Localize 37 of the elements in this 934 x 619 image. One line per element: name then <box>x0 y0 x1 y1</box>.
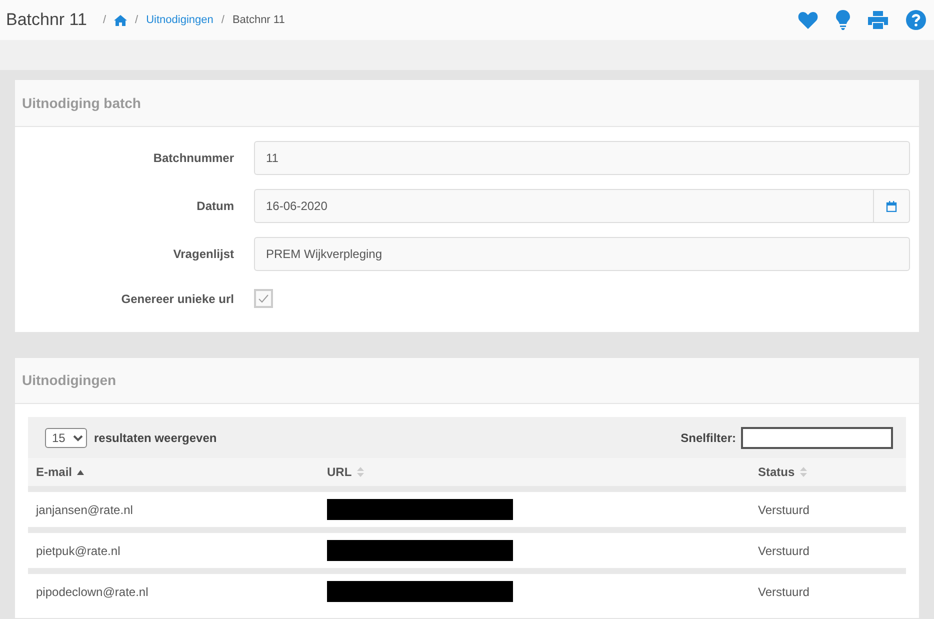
page-size-label: resultaten weergeven <box>94 430 217 446</box>
lightbulb-icon[interactable] <box>836 10 850 30</box>
table-cell-text: Verstuurd <box>757 542 810 560</box>
breadcrumb-separator: / <box>135 12 138 28</box>
input-field[interactable]: PREM Wijkverpleging <box>254 237 910 271</box>
field-label: Vragenlijst <box>172 246 234 263</box>
column-header[interactable]: URL <box>319 463 750 481</box>
page-title: Batchnr 11 <box>6 9 87 32</box>
page-size-select[interactable]: 15 <box>45 428 87 448</box>
input-field[interactable]: 11 <box>254 141 910 175</box>
table-cell-text: pietpuk@rate.nl <box>35 542 122 560</box>
date-field[interactable]: 16-06-2020 <box>254 189 874 223</box>
home-icon[interactable] <box>114 14 128 26</box>
calendar-icon <box>886 200 897 212</box>
column-header[interactable]: Status <box>750 463 906 481</box>
checkmark-icon <box>258 294 269 303</box>
table-cell-text: Verstuurd <box>757 502 810 518</box>
breadcrumb-separator: / <box>102 12 106 28</box>
table-cell-text: janjansen@rate.nl <box>34 502 134 518</box>
panel-title: Uitnodigingen <box>22 371 116 390</box>
filter-field[interactable] <box>741 426 893 448</box>
table-cell-text: Verstuurd <box>757 584 810 600</box>
breadcrumb-link[interactable]: Uitnodigingen <box>146 12 214 28</box>
heart-icon[interactable] <box>798 11 818 29</box>
calendar-button[interactable] <box>874 189 910 223</box>
filter-label: Snelfilter: <box>680 430 736 446</box>
table-cell-text: pipodeclown@rate.nl <box>35 584 150 600</box>
field-label: Batchnummer <box>152 150 234 167</box>
checkbox[interactable] <box>254 289 273 308</box>
column-header[interactable]: E-mail <box>28 463 319 481</box>
breadcrumb-current: Batchnr 11 <box>232 12 285 28</box>
panel-title: Uitnodiging batch <box>22 94 141 113</box>
field-label: Genereer unieke url <box>120 290 234 308</box>
printer-icon[interactable] <box>868 11 888 29</box>
field-label: Datum <box>196 198 234 215</box>
help-icon[interactable] <box>906 10 926 30</box>
breadcrumb-separator: / <box>221 12 224 28</box>
